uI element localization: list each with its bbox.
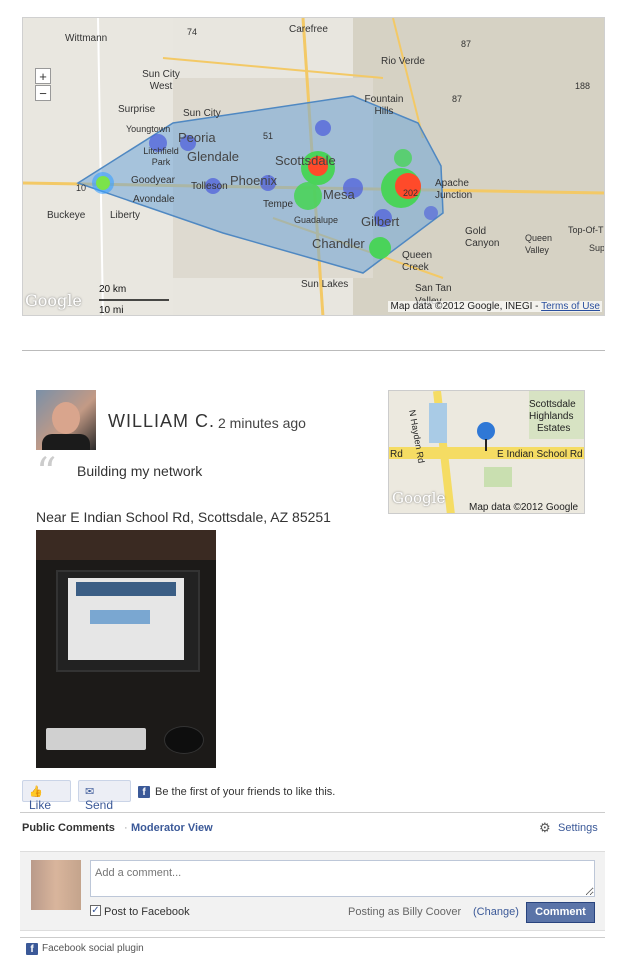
post-to-facebook-checkbox[interactable]: ✓ [90, 905, 101, 916]
place-label: Peoria [178, 130, 216, 145]
place-label: Sup [589, 243, 605, 253]
place-label: Guadalupe [294, 215, 339, 225]
google-logo: Google [25, 291, 82, 310]
place-label: Sun City [183, 108, 221, 119]
place-label: Avondale [133, 194, 175, 205]
place-label: Glendale [187, 149, 240, 164]
facebook-icon: f [26, 943, 38, 955]
post-username[interactable]: WILLIAM C. [108, 411, 215, 432]
minimap-label: Scottsdale [529, 399, 576, 410]
highway-shield: 10 [76, 183, 87, 193]
quote-icon: “ [36, 450, 57, 496]
zoom-in-button[interactable]: + [35, 68, 51, 84]
place-label: Fountain Hills [364, 94, 404, 117]
comment-submit-button[interactable]: Comment [526, 902, 595, 923]
minimap-label: Estates [537, 423, 571, 434]
place-label: Chandler [312, 236, 365, 251]
place-label: Scottsdale [275, 153, 336, 168]
facebook-social-plugin-link[interactable]: Facebook social plugin [42, 943, 144, 954]
thumbs-up-icon: 👍 [29, 786, 43, 798]
place-label: Youngtown [126, 124, 171, 134]
place-label: Rio Verde [381, 56, 425, 67]
tab-moderator-view[interactable]: Moderator View [131, 822, 213, 834]
section-divider [22, 350, 605, 351]
scale-km: 20 km [99, 284, 127, 295]
place-label: Sun City West [142, 69, 180, 92]
posting-as-text: Posting as Billy Coover [348, 906, 462, 918]
place-label: Top-Of-The [568, 225, 604, 235]
post-time: 2 minutes ago [218, 415, 306, 431]
post-status: Building my network [77, 463, 203, 479]
tab-separator: · [124, 822, 128, 834]
comments-bottom-border [20, 937, 605, 938]
like-social-text: Be the first of your friends to like thi… [155, 786, 336, 798]
place-label: Apache Junction [435, 178, 473, 201]
comment-input[interactable] [90, 860, 595, 897]
comments-top-border [20, 812, 605, 813]
place-label: Gilbert [361, 214, 400, 229]
terms-of-use-link[interactable]: Terms of Use [541, 301, 600, 312]
highway-shield: 87 [461, 39, 472, 49]
place-label: Mesa [323, 187, 355, 202]
like-button[interactable]: 👍Like [22, 780, 71, 812]
minimap-label: E Indian School Rd [497, 449, 583, 460]
place-label: Queen Valley [525, 233, 553, 255]
google-logo: Google [392, 489, 446, 507]
gear-icon[interactable]: ⚙ [539, 820, 551, 836]
post-to-facebook-label[interactable]: Post to Facebook [104, 906, 190, 918]
location-minimap[interactable]: Scottsdale Highlands Estates Rd E Indian… [388, 390, 585, 514]
highway-shield: 87 [452, 94, 463, 104]
settings-link[interactable]: Settings [558, 822, 598, 834]
highway-shield: 202 [403, 188, 419, 198]
post-photo[interactable] [36, 530, 216, 768]
minimap-label: Highlands [529, 411, 574, 422]
place-label: Tolleson [191, 181, 228, 192]
send-button[interactable]: ✉Send [78, 780, 131, 812]
commenter-avatar [31, 860, 81, 910]
place-label: Liberty [110, 210, 141, 221]
place-label: Phoenix [230, 173, 277, 188]
place-label: Queen Creek [402, 250, 433, 273]
place-label: Carefree [289, 24, 328, 35]
place-label: Buckeye [47, 210, 86, 221]
highway-shield: 74 [187, 27, 198, 37]
minimap-label: Rd [390, 449, 403, 460]
minimap-attribution: Map data ©2012 Google [469, 502, 579, 513]
highway-shield: 188 [575, 81, 591, 91]
place-label: Goodyear [131, 175, 175, 186]
heatmap-map[interactable]: + − Wittmann Carefree Rio Verde Sun City… [22, 17, 605, 316]
place-label: Wittmann [65, 33, 108, 44]
change-user-link[interactable]: (Change) [473, 906, 519, 918]
map-attribution: Map data ©2012 Google, INEGI - Terms of … [388, 301, 602, 312]
place-label: Gold Canyon [465, 226, 500, 249]
send-icon: ✉ [85, 786, 95, 798]
scale-mi: 10 mi [99, 305, 124, 316]
zoom-out-button[interactable]: − [35, 85, 51, 101]
place-label: Surprise [118, 104, 156, 115]
place-label: Litchfield Park [143, 146, 179, 167]
place-label: Sun Lakes [301, 279, 349, 290]
tab-public-comments[interactable]: Public Comments [22, 822, 115, 834]
avatar[interactable] [36, 390, 96, 450]
facebook-icon: f [138, 786, 150, 798]
post-location: Near E Indian School Rd, Scottsdale, AZ … [36, 509, 331, 525]
highway-shield: 51 [263, 131, 274, 141]
place-label: Tempe [263, 199, 294, 210]
